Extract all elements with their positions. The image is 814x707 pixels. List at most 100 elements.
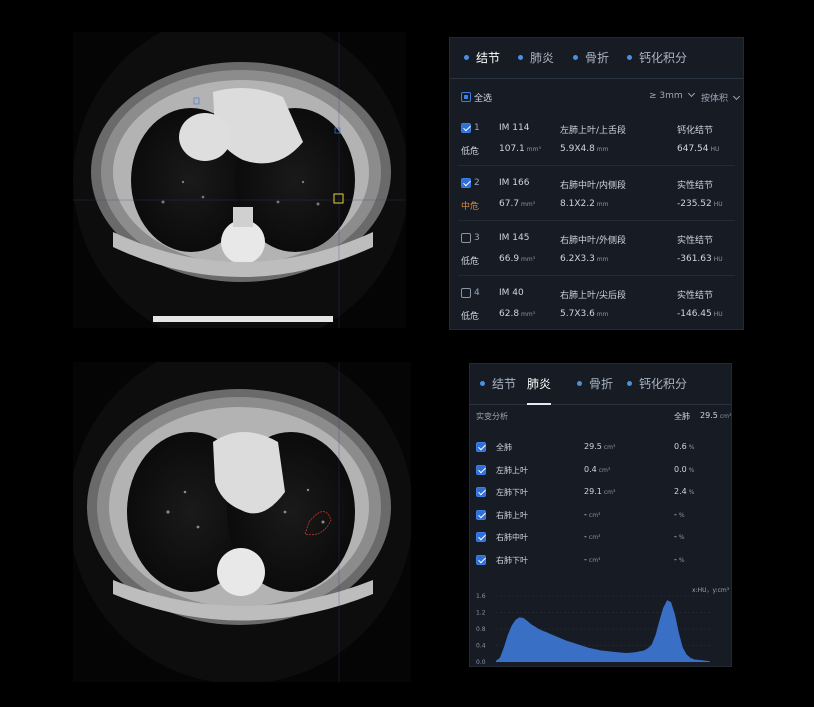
- nodule-row[interactable]: 3 IM 145 右肺中叶/外侧段 实性结节 低危 66.9 mm³ 6.2X3.3 mm -36…: [450, 231, 745, 279]
- tab-calcium-score[interactable]: 钙化积分: [627, 38, 687, 78]
- tab-pneumonia[interactable]: 肺炎: [518, 38, 554, 78]
- tab-nodule[interactable]: 结节: [464, 38, 500, 78]
- tab-nodule[interactable]: 结节: [480, 364, 516, 404]
- lobe-checkbox[interactable]: [476, 464, 486, 475]
- nodule-index: 2: [474, 178, 480, 188]
- lobe-row[interactable]: 右肺下叶 - cm³ -%: [470, 555, 733, 571]
- nodule-risk: 低危: [461, 312, 480, 322]
- nodule-density: -146.45 HU: [677, 309, 723, 319]
- select-all-checkbox[interactable]: [461, 92, 471, 102]
- nodule-density: -235.52 HU: [677, 199, 723, 209]
- nodule-size: 6.2X3.3 mm: [560, 254, 609, 264]
- lobe-volume: 29.5 cm³: [584, 442, 616, 451]
- nodule-checkbox[interactable]: [461, 123, 471, 133]
- lobe-percent: 0.6%: [674, 442, 695, 451]
- tab-dot-icon: [627, 55, 632, 60]
- nodule-checkbox[interactable]: [461, 233, 471, 243]
- nodule-volume: 66.9 mm³: [499, 254, 536, 264]
- nodule-row[interactable]: 2 IM 166 右肺中叶/内侧段 实性结节 中危 67.7 mm³ 8.1X2.2 mm -23…: [450, 176, 745, 224]
- lobe-name: 右肺上叶: [496, 510, 528, 520]
- lobe-checkbox[interactable]: [476, 555, 486, 565]
- lobe-percent: 0.0%: [674, 464, 695, 474]
- tab-fracture[interactable]: 骨折: [573, 38, 609, 78]
- nodule-image: IM 114: [499, 123, 530, 133]
- lobe-checkbox[interactable]: [476, 442, 486, 452]
- y-tick-label: 0.0: [476, 659, 486, 666]
- nodule-index: 3: [474, 233, 480, 243]
- tab-fracture[interactable]: 骨折: [577, 364, 613, 404]
- tab-dot-icon: [480, 381, 485, 386]
- nodule-location: 左肺上叶/上舌段: [560, 126, 627, 136]
- total-label: 全肺: [674, 412, 690, 421]
- y-tick-label: 0.8: [476, 626, 486, 633]
- nodule-volume: 62.8 mm³: [499, 309, 536, 319]
- tab-dot-icon: [577, 381, 582, 386]
- nodule-size: 5.7X3.6 mm: [560, 309, 609, 319]
- section-title: 实变分析: [476, 412, 508, 421]
- ct-image-axial-lower: [73, 362, 411, 682]
- nodule-type: 实性结节: [677, 181, 714, 191]
- lobe-checkbox[interactable]: [476, 487, 486, 498]
- lobe-checkbox[interactable]: [476, 532, 486, 543]
- lobe-name: 全肺: [496, 443, 512, 452]
- hu-histogram-chart: 1.6 1.2 0.8 0.4 0.0: [476, 593, 710, 666]
- lobe-row[interactable]: 全肺 29.5 cm³ 0.6%: [470, 442, 733, 458]
- lobe-checkbox[interactable]: [476, 509, 486, 520]
- nodule-location: 右肺上叶/尖后段: [560, 291, 627, 301]
- nodule-checkbox[interactable]: [461, 288, 471, 298]
- active-tab-underline: [527, 403, 552, 405]
- row-divider: [458, 165, 735, 166]
- nodule-risk: 低危: [461, 257, 480, 267]
- lobe-volume: - cm³: [584, 532, 601, 542]
- chevron-down-icon: [732, 92, 741, 101]
- lobe-row[interactable]: 右肺中叶 - cm³ -%: [470, 532, 733, 548]
- tab-dot-icon: [518, 55, 523, 60]
- lobe-percent: 2.4%: [674, 487, 695, 497]
- lobe-row[interactable]: 右肺上叶 - cm³ -%: [470, 509, 733, 526]
- size-filter-select[interactable]: ≥ 3mm: [649, 89, 695, 101]
- ct-image-axial-upper: [73, 32, 406, 328]
- pneumonia-panel-tabs: 结节 肺炎 骨折 钙化积分: [470, 364, 731, 405]
- lobe-row[interactable]: 左肺下叶 29.1 cm³ 2.4%: [470, 487, 733, 503]
- lobe-volume: - cm³: [584, 509, 601, 519]
- nodule-density: 647.54 HU: [677, 144, 720, 154]
- tab-pneumonia[interactable]: 肺炎: [527, 364, 552, 405]
- ct-scan-top[interactable]: [73, 32, 406, 328]
- y-tick-label: 1.6: [476, 593, 486, 600]
- lobe-volume: 0.4 cm³: [584, 464, 611, 474]
- nodule-panel-tabs: 结节 肺炎 骨折 钙化积分: [450, 38, 743, 79]
- lobe-name: 左肺下叶: [496, 488, 528, 498]
- nodule-size: 8.1X2.2 mm: [560, 199, 609, 209]
- sort-select[interactable]: 按体积: [701, 91, 741, 104]
- nodule-panel: 结节 肺炎 骨折 钙化积分 全选 ≥ 3mm 按体积 1 IM 114 左肺上叶/上…: [449, 37, 744, 330]
- nodule-image: IM 40: [499, 288, 524, 298]
- nodule-risk: 中危: [461, 202, 480, 212]
- nodule-type: 钙化结节: [677, 126, 714, 136]
- total-value: 29.5 cm³: [700, 411, 732, 420]
- nodule-volume: 67.7 mm³: [499, 199, 536, 209]
- ct-scan-bottom[interactable]: [73, 362, 411, 682]
- lobe-name: 右肺中叶: [496, 533, 528, 543]
- lobe-row[interactable]: 左肺上叶 0.4 cm³ 0.0%: [470, 464, 733, 481]
- nodule-type: 实性结节: [677, 236, 714, 246]
- pneumonia-panel: 结节 肺炎 骨折 钙化积分 实变分析 全肺 29.5 cm³ 全肺 29.5 cm³ 0…: [469, 363, 732, 667]
- row-divider: [458, 220, 735, 221]
- nodule-risk: 低危: [461, 147, 480, 157]
- select-all-label[interactable]: 全选: [474, 91, 492, 104]
- nodule-size: 5.9X4.8 mm: [560, 144, 609, 154]
- nodule-location: 右肺中叶/内侧段: [560, 181, 627, 191]
- tab-calcium-score[interactable]: 钙化积分: [627, 364, 687, 404]
- lobe-percent: -%: [674, 532, 685, 542]
- nodule-row[interactable]: 4 IM 40 右肺上叶/尖后段 实性结节低危 62.8 mm³ 5.7X3.6 mm -146…: [450, 286, 745, 334]
- y-tick-label: 0.4: [476, 643, 486, 650]
- tab-dot-icon: [627, 381, 632, 386]
- nodule-index: 4: [474, 288, 480, 298]
- nodule-row[interactable]: 1 IM 114 左肺上叶/上舌段 钙化结节低危 107.1 mm³ 5.9X4.8 mm 64…: [450, 121, 745, 169]
- nodule-index: 1: [474, 123, 480, 133]
- tab-dot-icon: [573, 55, 578, 60]
- nodule-checkbox[interactable]: [461, 178, 471, 188]
- lobe-volume: - cm³: [584, 555, 601, 564]
- nodule-type: 实性结节: [677, 291, 714, 301]
- y-tick-label: 1.2: [476, 610, 486, 617]
- nodule-volume: 107.1 mm³: [499, 144, 541, 154]
